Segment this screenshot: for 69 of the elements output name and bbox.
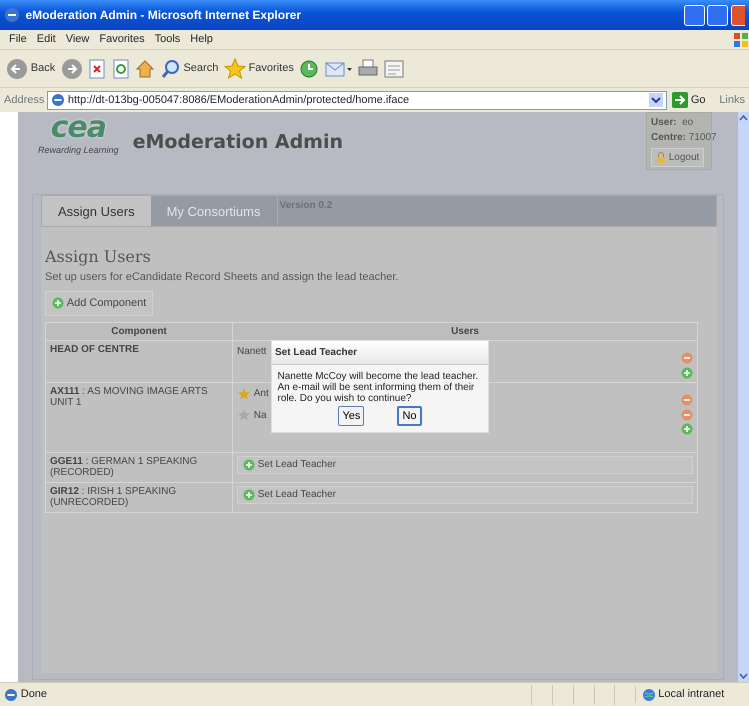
maximize-button[interactable]: [707, 4, 728, 26]
add-icon[interactable]: [681, 366, 693, 379]
windows-flag-icon: [733, 32, 749, 48]
user-name: Nanett: [237, 346, 266, 358]
column-header: Users: [232, 322, 698, 340]
back-button[interactable]: Back: [6, 58, 56, 80]
dialog-title: Set Lead Teacher: [272, 341, 488, 365]
dialog-button[interactable]: No: [397, 406, 422, 426]
star-icon: [224, 58, 246, 80]
printer-icon[interactable]: [358, 58, 378, 78]
remove-icon[interactable]: [681, 408, 693, 420]
status-text: Done: [20, 687, 48, 702]
address-label: Address: [4, 92, 44, 108]
column-header: Component: [46, 322, 232, 340]
add-icon: [243, 488, 255, 501]
user-name: Na: [254, 410, 267, 421]
tab[interactable]: Assign Users: [42, 196, 151, 226]
padlock-icon: [656, 151, 666, 164]
scrollbar[interactable]: [738, 112, 749, 682]
add-icon[interactable]: [681, 423, 693, 436]
menu-item[interactable]: Tools: [150, 31, 186, 48]
stop-icon[interactable]: [88, 58, 106, 78]
dialog-button[interactable]: Yes: [338, 406, 364, 426]
menu-item[interactable]: Edit: [32, 31, 61, 48]
set-lead-teacher-button[interactable]: Set Lead Teacher: [237, 486, 693, 504]
address-field[interactable]: http://dt-013bg-005047:8086/EModerationAdmin/protected/home.iface: [47, 90, 667, 110]
menu-item[interactable]: File: [4, 31, 32, 48]
refresh-icon[interactable]: [112, 58, 130, 78]
favorites-button[interactable]: Favorites: [224, 58, 294, 80]
logo-tagline: Rewarding Learning: [38, 144, 119, 157]
menu-item[interactable]: Favorites: [94, 31, 150, 48]
user-name: Ant: [254, 388, 269, 400]
page-title: eModeration Admin: [132, 130, 344, 155]
user-value: eo: [682, 116, 694, 130]
home-icon[interactable]: [135, 58, 156, 78]
user-label: User:: [651, 116, 677, 130]
go-button[interactable]: Go: [672, 92, 706, 108]
table-cell: GIR12 : IRISH 1 SPEAKING (UNRECORDED): [46, 482, 232, 512]
table-cell: GGE11 : GERMAN 1 SPEAKING (RECORDED): [46, 452, 232, 482]
links-label: Links: [719, 92, 745, 108]
close-button[interactable]: [731, 4, 745, 26]
remove-icon[interactable]: [681, 352, 693, 364]
logo: cea: [50, 112, 106, 144]
section-title: Assign Users: [45, 246, 152, 268]
section-description: Set up users for eCandidate Record Sheets and assign the lead teacher.: [45, 270, 400, 285]
menu-item[interactable]: Help: [185, 31, 218, 48]
add-component-button[interactable]: Add Component: [45, 291, 154, 316]
arrow-icon: [672, 92, 688, 108]
table-cell: AX111 : AS MOVING IMAGE ARTS UNIT 1: [46, 382, 232, 452]
table-cell: HEAD OF CENTRE: [46, 340, 232, 382]
zone-label: Local intranet: [658, 687, 724, 702]
search-button[interactable]: Search: [160, 58, 218, 78]
window-title: eModeration Admin - Microsoft Internet Explorer: [26, 7, 302, 24]
add-icon: [52, 297, 64, 310]
search-icon: [160, 58, 181, 78]
set-lead-teacher-button[interactable]: Set Lead Teacher: [237, 456, 693, 474]
logout-button[interactable]: Logout: [651, 148, 704, 167]
globe-icon: [642, 688, 656, 702]
history-icon[interactable]: [299, 58, 320, 78]
menu-item[interactable]: View: [60, 31, 94, 48]
centre-value: 71007: [688, 131, 717, 145]
edit-icon[interactable]: [384, 58, 404, 78]
dropdown-icon[interactable]: [648, 93, 663, 107]
remove-icon[interactable]: [681, 394, 693, 406]
forward-icon[interactable]: [60, 58, 83, 80]
minimize-button[interactable]: [684, 4, 704, 26]
centre-label: Centre:: [651, 131, 686, 145]
dialog-message: Nanette McCoy will become the lead teacher. An e-mail will be sent informing them of their role. Do you wish to continue?: [278, 370, 480, 404]
add-icon: [243, 458, 255, 471]
